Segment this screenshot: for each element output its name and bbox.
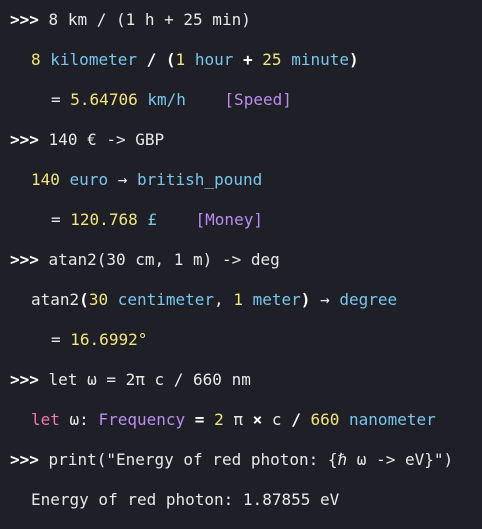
result-unit: £	[147, 210, 157, 229]
number: 30	[88, 290, 109, 309]
paren: (	[79, 290, 89, 309]
equals: =	[51, 90, 61, 109]
type-annotation: Frequency	[98, 410, 186, 429]
unit: centimeter	[117, 290, 215, 309]
input-line: >>> atan2(30 cm, 1 m) -> deg	[10, 249, 482, 289]
parsed-line: atan2(30 centimeter, 1 meter) → degree	[10, 289, 482, 329]
terminal-window[interactable]: >>> 8 km / (1 h + 25 min) 8 kilometer / …	[0, 0, 482, 524]
result-value: 16.6992°	[70, 330, 148, 349]
dimension-label: [Speed]	[224, 90, 292, 109]
unit: degree	[339, 290, 398, 309]
paren: )	[300, 290, 311, 309]
result-value: 120.768	[70, 210, 138, 229]
result-unit: km/h	[147, 90, 186, 109]
parsed-line: 8 kilometer / (1 hour + 25 minute)	[10, 49, 482, 89]
unit: meter	[252, 290, 301, 309]
equals: =	[51, 330, 61, 349]
unit: kilometer	[50, 50, 137, 69]
prompt: >>>	[10, 10, 39, 29]
number: 660	[310, 410, 340, 429]
unit: minute	[291, 50, 349, 69]
prompt: >>>	[10, 130, 39, 149]
number: 25	[262, 50, 282, 69]
command-text: let ω = 2π c / 660 nm	[48, 370, 251, 389]
dimension-label: [Money]	[195, 210, 263, 229]
unit: euro	[69, 170, 109, 189]
result-line: = 120.768 £ [Money]	[10, 209, 482, 249]
number: 140	[31, 170, 60, 189]
number: 8	[31, 50, 41, 69]
arrow: →	[117, 170, 128, 189]
operator: /	[291, 410, 301, 429]
command-text: 140 € -> GBP	[48, 130, 165, 149]
paren: (	[165, 50, 176, 69]
parsed-line: 140 euro → british_pound	[10, 169, 482, 209]
operator: ×	[252, 410, 263, 429]
input-line: >>> 8 km / (1 h + 25 min)	[10, 9, 482, 49]
comma: ,	[214, 290, 224, 309]
prompt: >>>	[10, 450, 39, 469]
input-line: >>> 140 € -> GBP	[10, 129, 482, 169]
output-line: Energy of red photon: 1.87855 eV	[10, 489, 482, 529]
operator: /	[146, 50, 157, 69]
unit: nanometer	[349, 410, 436, 429]
number: 1	[175, 50, 186, 69]
print-output: Energy of red photon: 1.87855 eV	[31, 490, 340, 509]
constant: π	[233, 410, 243, 429]
variable-name: ω:	[69, 410, 89, 429]
unit: british_pound	[137, 170, 263, 189]
operator: +	[243, 50, 253, 69]
command-text: print("Energy of red photon: {ℏ ω -> eV}…	[48, 450, 454, 469]
result-value: 5.64706	[70, 90, 138, 109]
prompt: >>>	[10, 370, 39, 389]
keyword: let	[31, 410, 60, 429]
prompt: >>>	[10, 250, 39, 269]
equals: =	[51, 210, 61, 229]
command-text: 8 km / (1 h + 25 min)	[48, 10, 251, 29]
parsed-line: let ω: Frequency = 2 π × c / 660 nanomet…	[10, 409, 482, 449]
command-text: atan2(30 cm, 1 m) -> deg	[48, 250, 280, 269]
result-line: = 16.6992°	[10, 329, 482, 369]
constant: c	[271, 410, 282, 429]
unit: hour	[194, 50, 234, 69]
input-line: >>> let ω = 2π c / 660 nm	[10, 369, 482, 409]
input-line: >>> print("Energy of red photon: {ℏ ω ->…	[10, 449, 482, 489]
operator: =	[194, 410, 205, 429]
number: 2	[214, 410, 224, 429]
paren: )	[348, 50, 359, 69]
result-line: = 5.64706 km/h [Speed]	[10, 89, 482, 129]
number: 1	[233, 290, 243, 309]
arrow: →	[320, 290, 330, 309]
function-name: atan2	[31, 290, 80, 309]
